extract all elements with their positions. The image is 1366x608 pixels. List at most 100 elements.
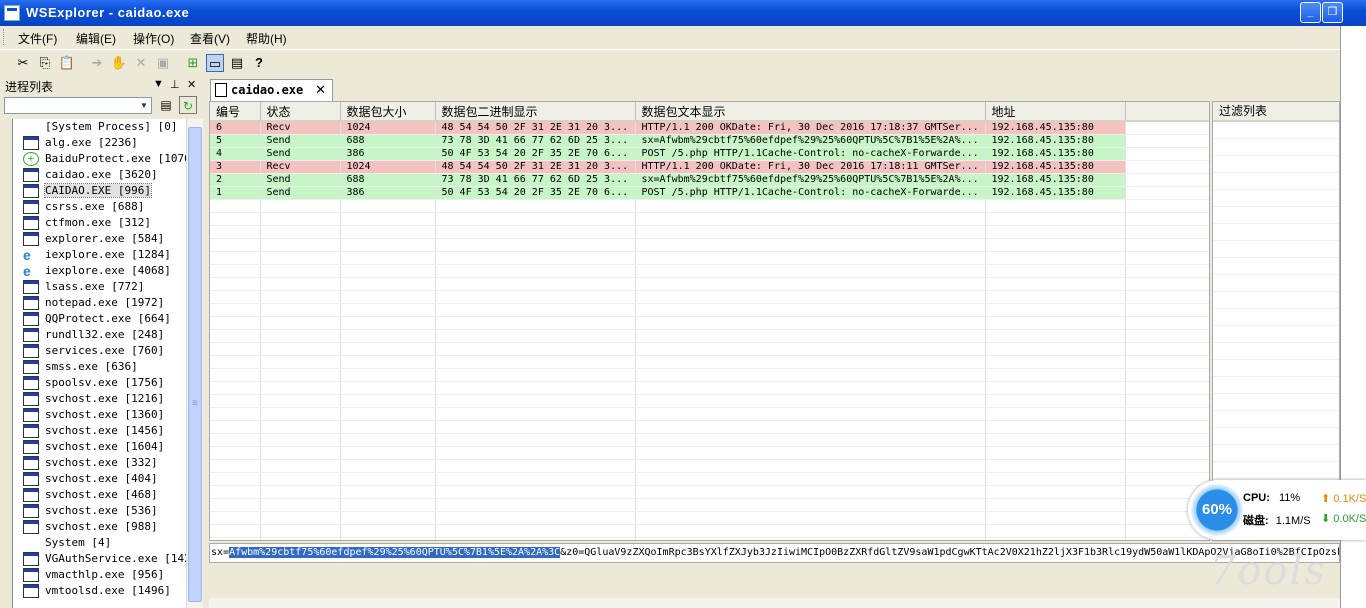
process-item[interactable]: svchost.exe [1456]	[13, 423, 187, 439]
process-window-icon	[23, 376, 39, 390]
empty-cell	[435, 212, 636, 226]
column-header-address[interactable]: 地址	[985, 102, 1126, 122]
empty-cell	[635, 394, 986, 408]
blank-icon	[23, 120, 39, 134]
delete-icon[interactable]: ✕	[132, 54, 150, 72]
process-item[interactable]: svchost.exe [1360]	[13, 407, 187, 423]
empty-cell	[340, 342, 436, 356]
forward-icon[interactable]: ➔	[88, 54, 106, 72]
paste-icon[interactable]: 📋	[58, 54, 76, 72]
empty-cell	[260, 524, 341, 538]
process-item[interactable]: svchost.exe [988]	[13, 519, 187, 535]
properties-icon[interactable]: ▤	[228, 54, 246, 72]
packet-row[interactable]: 4 Send 386 50 4F 53 54 20 2F 35 2E 70 6... P…	[210, 147, 1209, 161]
process-item[interactable]: QQProtect.exe [664]	[13, 311, 187, 327]
menu-file[interactable]: 文件(F)	[18, 30, 57, 47]
close-icon[interactable]: ✕	[187, 78, 196, 91]
column-header-status[interactable]: 状态	[260, 102, 341, 122]
packet-row[interactable]: 2 Send 688 73 78 3D 41 66 77 62 6D 25 3... s…	[210, 173, 1209, 187]
column-header-hex[interactable]: 数据包二进制显示	[435, 102, 636, 122]
process-item[interactable]: smss.exe [636]	[13, 359, 187, 375]
help-icon[interactable]: ?	[250, 54, 268, 72]
empty-cell	[635, 303, 986, 317]
process-item[interactable]: + BaiduProtect.exe [1076]	[13, 151, 187, 167]
chevron-down-icon[interactable]: ▼	[137, 98, 151, 113]
process-filter-combo[interactable]: ▼	[4, 97, 152, 114]
menu-help[interactable]: 帮助(H)	[246, 30, 287, 47]
process-item[interactable]: alg.exe [2236]	[13, 135, 187, 151]
process-name: QQProtect.exe [664]	[45, 312, 171, 325]
horizontal-scrollbar[interactable]	[209, 598, 1340, 608]
empty-cell	[635, 342, 986, 356]
empty-cell	[340, 407, 436, 421]
packet-row[interactable]: 1 Send 386 50 4F 53 54 20 2F 35 2E 70 6... P…	[210, 186, 1209, 200]
detail-selected-text[interactable]: Afwbm%29cbtf75%60efdpef%29%25%60QPTU%5C%…	[229, 547, 561, 558]
process-item[interactable]: caidao.exe [3620]	[13, 167, 187, 183]
minimize-button[interactable]: _	[1300, 2, 1321, 23]
process-item[interactable]: lsass.exe [772]	[13, 279, 187, 295]
tab-caidao[interactable]: caidao.exe ✕	[210, 79, 333, 101]
process-item[interactable]: svchost.exe [1604]	[13, 439, 187, 455]
process-item[interactable]: e iexplore.exe [4068]	[13, 263, 187, 279]
window-icon[interactable]: ▭	[206, 54, 224, 72]
cell-status: Send	[260, 147, 341, 161]
tab-close-icon[interactable]: ✕	[315, 82, 326, 98]
process-item[interactable]: services.exe [760]	[13, 343, 187, 359]
properties-icon[interactable]: ▤	[157, 96, 175, 114]
packet-detail-text[interactable]: sx=Afwbm%29cbtf75%60efdpef%29%25%60QPTU%…	[209, 543, 1340, 563]
empty-cell	[340, 485, 436, 499]
cell-size: 386	[340, 147, 436, 161]
process-item[interactable]: csrss.exe [688]	[13, 199, 187, 215]
empty-cell	[260, 407, 341, 421]
menu-edit[interactable]: 编辑(E)	[76, 30, 116, 47]
column-header-id[interactable]: 编号	[210, 102, 261, 122]
process-item[interactable]: vmtoolsd.exe [1496]	[13, 583, 187, 599]
process-item[interactable]: [System Process] [0]	[13, 119, 187, 135]
process-item[interactable]: svchost.exe [1216]	[13, 391, 187, 407]
process-list-scrollbar[interactable]	[186, 119, 203, 608]
pin-icon[interactable]: ⊥	[170, 78, 180, 91]
system-monitor-widget[interactable]: 60% CPU: 11% 磁盘: 1.1M/S ⬆ 0.1K/S ⬇ 0.0K/…	[1188, 480, 1366, 540]
refresh-icon[interactable]: ↻	[179, 96, 197, 114]
cell-size: 1024	[340, 160, 436, 174]
save-icon[interactable]: ▣	[154, 54, 172, 72]
cut-icon[interactable]: ✂	[14, 54, 32, 72]
empty-cell	[210, 225, 261, 239]
empty-cell	[435, 225, 636, 239]
process-item[interactable]: ctfmon.exe [312]	[13, 215, 187, 231]
process-list[interactable]: [System Process] [0] alg.exe [2236] + Baidu…	[12, 119, 187, 608]
empty-row	[210, 290, 1209, 304]
column-header-size[interactable]: 数据包大小	[340, 102, 436, 122]
process-item[interactable]: svchost.exe [332]	[13, 455, 187, 471]
process-item[interactable]: vmacthlp.exe [956]	[13, 567, 187, 583]
process-item[interactable]: VGAuthService.exe [1424]	[13, 551, 187, 567]
empty-cell	[340, 498, 436, 512]
column-header-text[interactable]: 数据包文本显示	[635, 102, 986, 122]
empty-cell	[635, 524, 986, 538]
packet-row[interactable]: 3 Recv 1024 48 54 54 50 2F 31 2E 31 20 3...…	[210, 160, 1209, 174]
copy-icon[interactable]: ⎘	[36, 54, 54, 72]
empty-cell	[985, 225, 1126, 239]
packet-row[interactable]: 5 Send 688 73 78 3D 41 66 77 62 6D 25 3... s…	[210, 134, 1209, 148]
process-item[interactable]: svchost.exe [536]	[13, 503, 187, 519]
packet-row[interactable]: 6 Recv 1024 48 54 54 50 2F 31 2E 31 20 3...…	[210, 121, 1209, 135]
maximize-button[interactable]: ❐	[1322, 2, 1343, 23]
process-item[interactable]: rundll32.exe [248]	[13, 327, 187, 343]
empty-cell	[635, 537, 986, 540]
empty-cell	[985, 212, 1126, 226]
process-name: svchost.exe [988]	[45, 520, 158, 533]
process-item[interactable]: svchost.exe [404]	[13, 471, 187, 487]
hand-icon[interactable]: ✋	[110, 54, 128, 72]
menu-view[interactable]: 查看(V)	[190, 30, 230, 47]
scrollbar-thumb[interactable]	[188, 127, 202, 602]
dropdown-icon[interactable]: ▼	[153, 78, 164, 90]
process-item[interactable]: explorer.exe [584]	[13, 231, 187, 247]
network-icon[interactable]: ⊞	[184, 54, 202, 72]
process-item[interactable]: System [4]	[13, 535, 187, 551]
menu-operate[interactable]: 操作(O)	[133, 30, 174, 47]
process-item[interactable]: svchost.exe [468]	[13, 487, 187, 503]
process-item[interactable]: notepad.exe [1972]	[13, 295, 187, 311]
process-item[interactable]: spoolsv.exe [1756]	[13, 375, 187, 391]
process-item[interactable]: CAIDAO.EXE [996]	[13, 183, 187, 199]
process-item[interactable]: e iexplore.exe [1284]	[13, 247, 187, 263]
